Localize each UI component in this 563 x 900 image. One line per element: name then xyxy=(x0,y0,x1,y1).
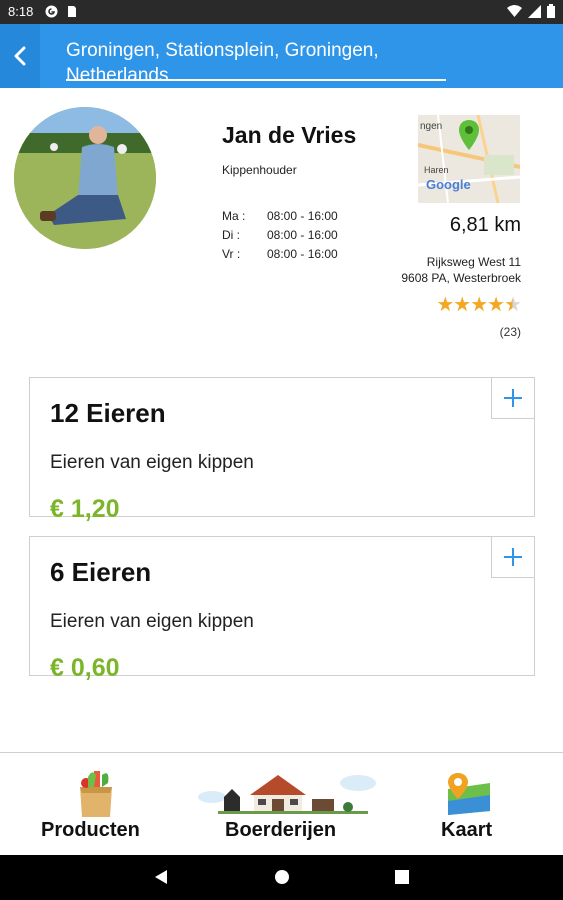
map-label-place: Haren xyxy=(424,165,449,175)
nav-map[interactable]: Kaart xyxy=(420,753,520,856)
farm-address: Rijksweg West 11 9608 PA, Westerbroek xyxy=(401,254,521,286)
hours-row: Vr : 08:00 - 16:00 xyxy=(222,247,338,266)
add-to-cart-button[interactable] xyxy=(491,536,535,578)
address-line2: 9608 PA, Westerbroek xyxy=(401,271,521,285)
farmer-role: Kippenhouder xyxy=(222,163,297,177)
nav-farms-label: Boerderijen xyxy=(225,819,337,841)
hours-day: Ma : xyxy=(222,209,246,223)
nav-products-label: Producten xyxy=(41,819,140,841)
google-icon xyxy=(45,5,58,18)
app-bar: Groningen, Stationsplein, Groningen, Net… xyxy=(0,24,563,88)
star-icon: ★ xyxy=(470,294,488,316)
nav-farms[interactable]: Boerderijen xyxy=(198,753,378,856)
google-logo: Google xyxy=(426,177,471,192)
wifi-icon xyxy=(507,5,522,17)
system-recents-icon[interactable] xyxy=(395,870,409,884)
system-back-icon[interactable] xyxy=(154,869,168,885)
title-underline xyxy=(66,79,446,81)
sd-card-icon xyxy=(68,6,76,17)
map-label-top: ngen xyxy=(420,121,443,132)
chevron-left-icon xyxy=(14,46,26,66)
system-home-icon[interactable] xyxy=(274,869,290,885)
battery-icon xyxy=(547,4,555,18)
hours-day: Di : xyxy=(222,228,240,242)
farmer-name: Jan de Vries xyxy=(222,122,357,148)
hours-time: 08:00 - 16:00 xyxy=(267,209,338,223)
nav-products[interactable]: Producten xyxy=(30,753,160,856)
product-description: Eieren van eigen kippen xyxy=(50,452,254,473)
star-icon: ★ xyxy=(453,294,471,316)
opening-hours: Ma : 08:00 - 16:00 Di : 08:00 - 16:00 Vr… xyxy=(222,209,338,266)
review-count[interactable]: (23) xyxy=(500,325,521,339)
status-bar: 8:18 xyxy=(0,0,563,24)
star-icon: ★ xyxy=(487,294,505,316)
system-navigation-bar xyxy=(0,855,563,900)
product-price: € 0,60 xyxy=(50,654,120,682)
product-title: 6 Eieren xyxy=(50,557,152,587)
hours-time: 08:00 - 16:00 xyxy=(267,247,338,261)
bottom-navigation: Producten Boerderijen Kaart xyxy=(0,752,563,855)
status-indicators xyxy=(507,4,555,18)
nav-map-label: Kaart xyxy=(441,819,493,841)
map-thumbnail[interactable]: ngen Haren Google xyxy=(418,115,520,203)
hours-row: Ma : 08:00 - 16:00 xyxy=(222,209,338,228)
plus-icon xyxy=(504,548,522,566)
grocery-bag-icon xyxy=(80,771,112,817)
distance: 6,81 km xyxy=(449,214,521,236)
star-icon: ★ xyxy=(436,294,454,316)
signal-icon xyxy=(528,4,541,18)
star-rating: ★★★★★ xyxy=(436,292,522,317)
star-icon: ★ xyxy=(504,294,522,316)
product-price: € 1,20 xyxy=(50,495,120,523)
hours-day: Vr : xyxy=(222,247,241,261)
hours-row: Di : 08:00 - 16:00 xyxy=(222,228,338,247)
product-title: 12 Eieren xyxy=(50,398,166,428)
product-card[interactable]: 12 Eieren Eieren van eigen kippen € 1,20 xyxy=(29,377,535,523)
plus-icon xyxy=(504,389,522,407)
farm-icon xyxy=(198,775,376,814)
map-pin-icon xyxy=(459,120,479,150)
farmer-avatar xyxy=(14,107,156,249)
product-card[interactable]: 6 Eieren Eieren van eigen kippen € 0,60 xyxy=(29,536,535,682)
hours-time: 08:00 - 16:00 xyxy=(267,228,338,242)
farmer-photo xyxy=(14,107,156,249)
status-time: 8:18 xyxy=(8,4,34,19)
address-line1: Rijksweg West 11 xyxy=(426,255,521,269)
map-icon xyxy=(448,773,490,815)
back-button[interactable] xyxy=(0,24,40,88)
add-to-cart-button[interactable] xyxy=(491,377,535,419)
product-description: Eieren van eigen kippen xyxy=(50,611,254,632)
